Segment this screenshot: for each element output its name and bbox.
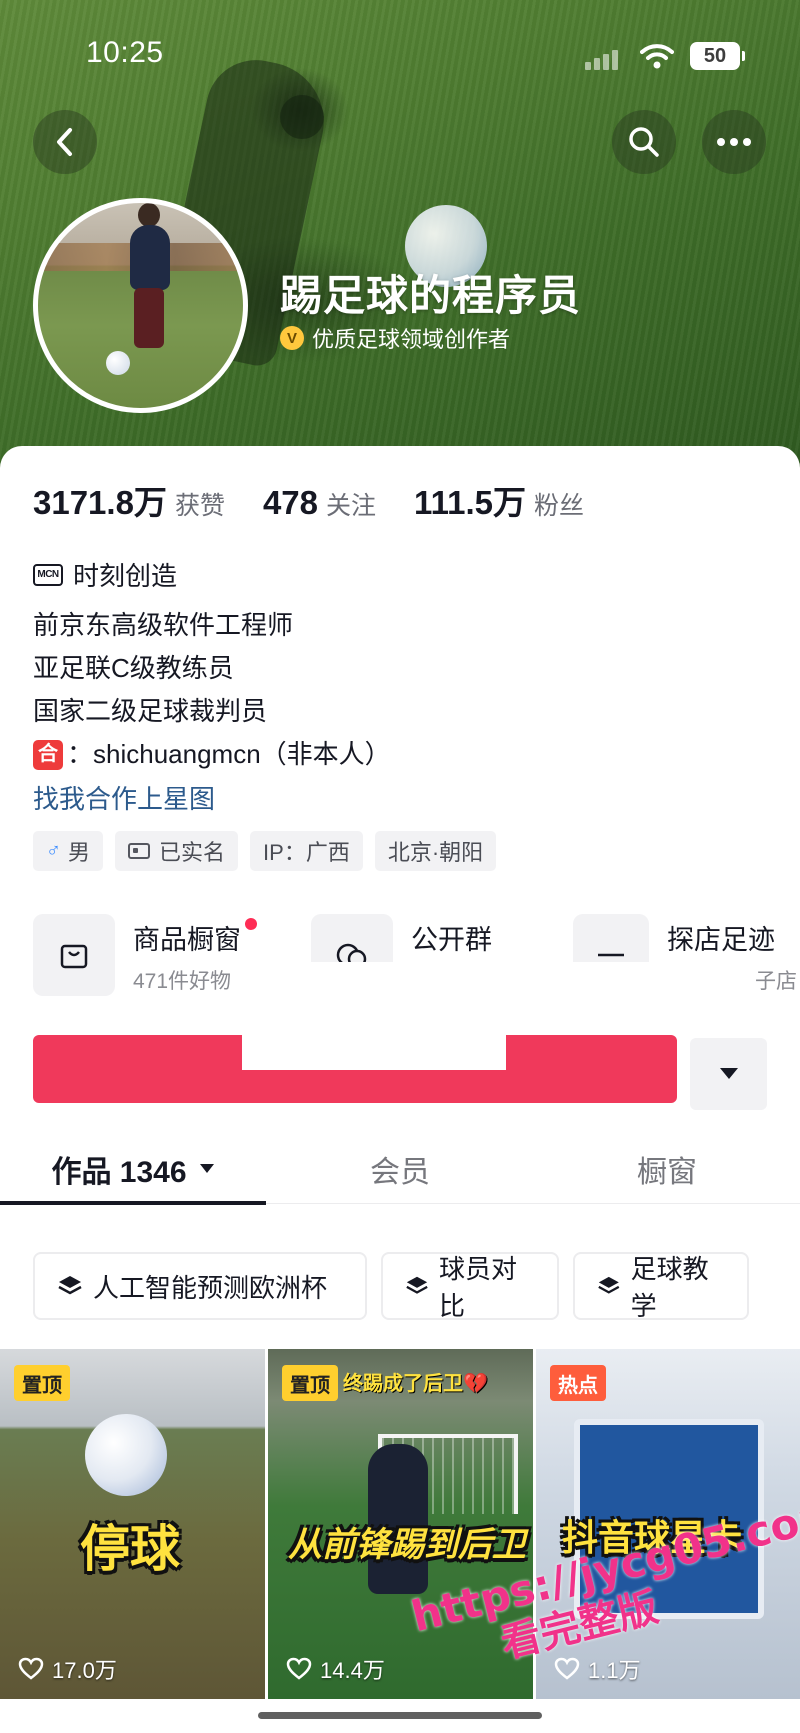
- shopping-bag-icon: [33, 914, 115, 996]
- collection-player-compare[interactable]: 球员对比: [381, 1252, 559, 1321]
- video-cover-title: 从前锋踢到后卫: [288, 1525, 526, 1565]
- layers-icon: [406, 1276, 428, 1294]
- football-image: [85, 1414, 167, 1496]
- status-bar: 10:25 50: [0, 30, 800, 80]
- pinned-badge: 置顶: [282, 1365, 338, 1401]
- video-cover-title: 停球: [80, 1520, 180, 1578]
- video-card[interactable]: 置顶 停球 17.0万: [0, 1349, 265, 1699]
- home-indicator: [258, 1712, 542, 1719]
- profile-shortcuts: 商品橱窗 471件好物 公开群 探店足迹 子店: [33, 914, 800, 1014]
- bio-line: 前京东高级软件工程师: [33, 610, 294, 640]
- shortcut-showcase[interactable]: 商品橱窗 471件好物: [33, 914, 257, 996]
- tab-showcase[interactable]: 橱窗: [534, 1134, 800, 1204]
- stat-followers[interactable]: 111.5万 粉丝: [414, 476, 584, 524]
- profile-stats: 3171.8万 获赞 478 关注 111.5万 粉丝: [33, 476, 622, 524]
- video-likes: 14.4万: [286, 1653, 385, 1685]
- collection-ai-euro-cup[interactable]: 人工智能预测欧洲杯: [33, 1252, 367, 1320]
- video-likes: 1.1万: [554, 1653, 641, 1685]
- more-options-button[interactable]: [702, 110, 766, 174]
- stat-following[interactable]: 478 关注: [263, 484, 376, 522]
- hot-badge: 热点: [550, 1365, 606, 1401]
- profile-bio: 前京东高级软件工程师 亚足联C级教练员 国家二级足球裁判员 合 ：shichua…: [33, 604, 391, 776]
- heart-icon: [554, 1657, 580, 1680]
- profile-name: 踢足球的程序员: [280, 272, 582, 319]
- active-tab-indicator: [0, 1201, 266, 1205]
- bio-partner-text: ：shichuangmcn（非本人）: [67, 739, 391, 769]
- search-icon: [629, 127, 659, 157]
- video-caption: 终踢成了后卫💔: [343, 1373, 488, 1395]
- battery-icon: 50: [690, 42, 745, 70]
- tag-location: 北京·朝阳: [374, 831, 497, 871]
- mcn-name: 时刻创造: [73, 561, 178, 591]
- status-time: 10:25: [86, 36, 164, 69]
- heart-icon: [286, 1657, 312, 1680]
- pinned-badge: 置顶: [14, 1365, 70, 1401]
- bio-partner-line: 合 ：shichuangmcn（非本人）: [33, 733, 391, 776]
- id-card-icon: [128, 843, 151, 859]
- layers-icon: [58, 1276, 82, 1295]
- verification-text: 优质足球领域创作者: [312, 327, 511, 352]
- tag-gender: ♂ 男: [33, 831, 104, 871]
- cooperation-icon: 合: [33, 739, 63, 770]
- stat-likes[interactable]: 3171.8万 获赞: [33, 476, 225, 524]
- collection-football-teaching[interactable]: 足球教学: [573, 1252, 749, 1321]
- star-map-link[interactable]: 找我合作上星图: [33, 779, 215, 816]
- mcn-agency[interactable]: MCN 时刻创造: [33, 556, 177, 593]
- ball-shadow: [280, 95, 324, 139]
- more-dots-icon: [717, 138, 751, 146]
- tab-works[interactable]: 作品 1346: [0, 1134, 266, 1204]
- redaction-patch: [242, 1022, 506, 1070]
- verification-badge[interactable]: V 优质足球领域创作者: [280, 322, 510, 354]
- signal-icon: [585, 48, 621, 70]
- caret-down-icon: [719, 1068, 738, 1079]
- redaction-patch: [243, 962, 723, 1014]
- tab-members[interactable]: 会员: [266, 1134, 534, 1204]
- back-arrow-icon: [57, 128, 72, 156]
- avatar[interactable]: [33, 198, 248, 413]
- mcn-icon: MCN: [33, 563, 63, 586]
- search-button[interactable]: [612, 110, 676, 174]
- tag-ip: IP：广西: [250, 831, 363, 871]
- follow-more-button[interactable]: [690, 1038, 767, 1110]
- profile-tags: ♂ 男 已实名 IP：广西 北京·朝阳: [33, 831, 508, 871]
- back-button[interactable]: [33, 110, 97, 174]
- heart-icon: [18, 1657, 44, 1680]
- caret-down-icon: [199, 1164, 214, 1173]
- bio-line: 亚足联C级教练员: [33, 653, 234, 683]
- verified-v-icon: V: [280, 326, 304, 350]
- video-likes: 17.0万: [18, 1653, 117, 1685]
- tag-verified[interactable]: 已实名: [115, 831, 239, 871]
- notification-dot: [245, 918, 257, 930]
- content-tabs: 作品 1346 会员 橱窗: [0, 1134, 800, 1205]
- bio-line: 国家二级足球裁判员: [33, 696, 268, 726]
- male-icon: ♂: [46, 839, 61, 862]
- wifi-icon: [640, 44, 674, 69]
- collections-row: 人工智能预测欧洲杯 球员对比 足球教学: [33, 1252, 749, 1321]
- layers-icon: [598, 1276, 620, 1294]
